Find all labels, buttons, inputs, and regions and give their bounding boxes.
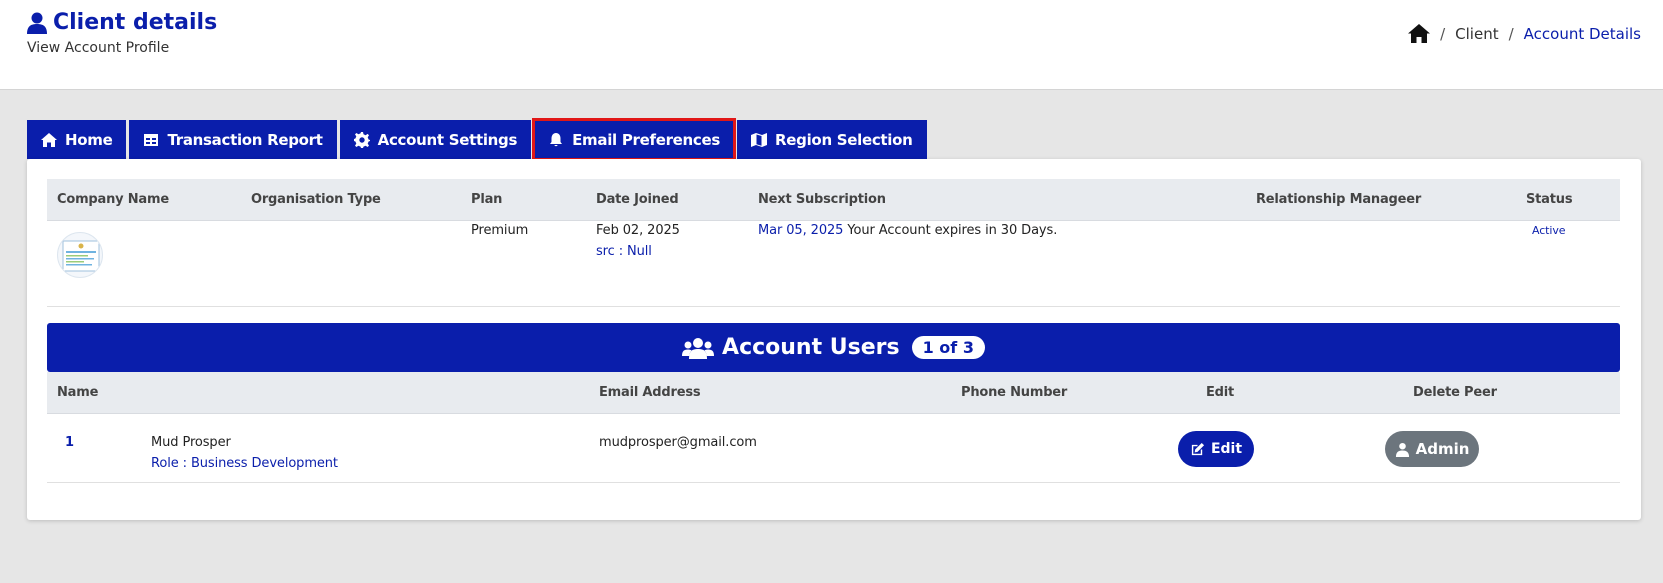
tab-transaction-report[interactable]: Transaction Report bbox=[129, 120, 337, 159]
date-joined-value: Feb 02, 2025 bbox=[596, 223, 680, 238]
users-icon bbox=[682, 337, 715, 359]
col-edit: Edit bbox=[1206, 385, 1235, 400]
col-company-name: Company Name bbox=[57, 192, 169, 207]
user-role: Role : Business Development bbox=[151, 456, 338, 471]
row-divider bbox=[47, 482, 1620, 483]
col-phone: Phone Number bbox=[961, 385, 1068, 400]
edit-button-label: Edit bbox=[1210, 441, 1243, 457]
company-logo bbox=[57, 232, 103, 278]
page-title: Client details bbox=[27, 10, 217, 35]
user-name: Mud Prosper bbox=[151, 435, 231, 450]
edit-icon bbox=[1191, 442, 1205, 455]
page-title-text: Client details bbox=[53, 10, 218, 35]
tab-bar: Home Transaction Report Account Settings… bbox=[27, 118, 930, 161]
row-divider bbox=[47, 306, 1620, 307]
user-count-badge: 1 of 3 bbox=[911, 336, 985, 359]
source-value: src : Null bbox=[596, 244, 652, 259]
page-header: Client details View Account Profile / Cl… bbox=[0, 0, 1663, 90]
user-icon bbox=[27, 12, 47, 34]
tab-account-settings[interactable]: Account Settings bbox=[339, 120, 532, 159]
admin-button-label: Admin bbox=[1415, 440, 1470, 458]
col-organisation-type: Organisation Type bbox=[251, 192, 381, 207]
col-next-subscription: Next Subscription bbox=[758, 192, 886, 207]
account-table-header: Company Name Organisation Type Plan Date… bbox=[47, 179, 1620, 221]
users-table-header: Name Email Address Phone Number Edit Del… bbox=[47, 372, 1620, 414]
account-card: Company Name Organisation Type Plan Date… bbox=[27, 159, 1641, 520]
account-users-title: Account Users bbox=[722, 335, 900, 360]
tab-label: Transaction Report bbox=[167, 130, 323, 149]
col-name: Name bbox=[57, 385, 99, 400]
expiry-note: Your Account expires in 30 Days. bbox=[847, 223, 1058, 238]
tab-label: Region Selection bbox=[775, 130, 913, 149]
col-delete-peer: Delete Peer bbox=[1413, 385, 1497, 400]
tab-home[interactable]: Home bbox=[27, 120, 127, 159]
edit-user-button[interactable]: Edit bbox=[1178, 431, 1254, 467]
table-icon bbox=[144, 133, 159, 146]
gear-icon bbox=[353, 131, 370, 148]
tab-label: Home bbox=[65, 130, 113, 149]
user-email: mudprosper@gmail.com bbox=[599, 435, 757, 450]
col-plan: Plan bbox=[471, 192, 503, 207]
tab-region-selection[interactable]: Region Selection bbox=[737, 120, 927, 159]
home-icon bbox=[41, 132, 57, 147]
col-email: Email Address bbox=[599, 385, 701, 400]
col-date-joined: Date Joined bbox=[596, 192, 679, 207]
col-status: Status bbox=[1526, 192, 1573, 207]
user-row-index: 1 bbox=[65, 435, 74, 450]
map-icon bbox=[751, 132, 768, 147]
tab-label: Email Preferences bbox=[572, 130, 721, 149]
col-relationship-manager: Relationship Manageer bbox=[1256, 192, 1422, 207]
bell-icon bbox=[550, 132, 563, 146]
breadcrumb-separator: / bbox=[1440, 24, 1446, 43]
admin-button[interactable]: Admin bbox=[1385, 431, 1479, 467]
status-badge: Active bbox=[1532, 224, 1566, 237]
breadcrumb-client[interactable]: Client bbox=[1455, 25, 1498, 43]
tab-email-preferences[interactable]: Email Preferences bbox=[532, 118, 737, 161]
next-subscription-date: Mar 05, 2025 bbox=[758, 223, 844, 238]
next-subscription-value: Mar 05, 2025 Your Account expires in 30 … bbox=[758, 223, 1057, 238]
breadcrumb-separator: / bbox=[1508, 24, 1514, 43]
home-icon[interactable] bbox=[1408, 24, 1431, 43]
breadcrumb-current: Account Details bbox=[1523, 24, 1641, 43]
account-users-banner: Account Users 1 of 3 bbox=[47, 323, 1620, 372]
plan-value: Premium bbox=[471, 223, 529, 238]
user-icon bbox=[1395, 442, 1409, 457]
breadcrumb: / Client / Account Details bbox=[1408, 24, 1641, 43]
page-subtitle: View Account Profile bbox=[27, 40, 170, 56]
tab-label: Account Settings bbox=[377, 130, 518, 149]
